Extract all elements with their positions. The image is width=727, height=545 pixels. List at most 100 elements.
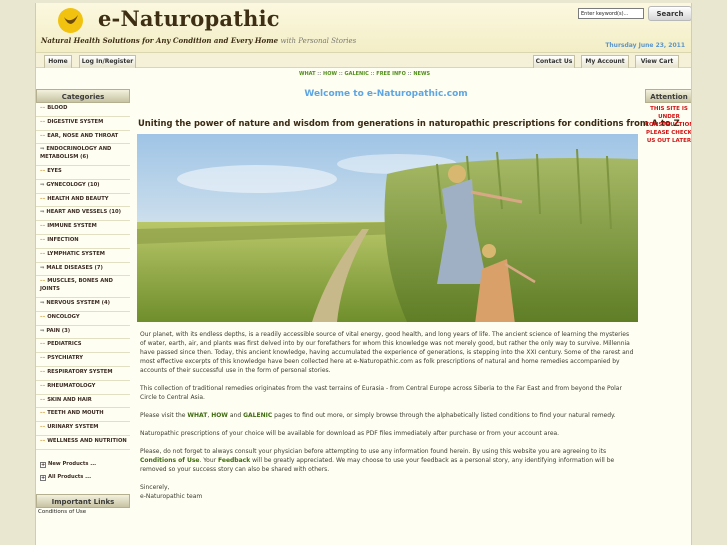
- hero-image: [137, 134, 638, 322]
- category-item[interactable]: ⇒ PAIN (3): [36, 326, 130, 340]
- dash-icon: ––: [40, 118, 46, 125]
- category-label: MALE DISEASES (7): [46, 264, 103, 271]
- category-item[interactable]: –– MUSCLES, BONES AND JOINTS: [36, 276, 130, 298]
- tagline-soft: with Personal Stories: [280, 37, 357, 45]
- conditions-of-use-link[interactable]: Conditions of Use: [36, 508, 130, 516]
- search-input[interactable]: [578, 8, 644, 19]
- new-products-link[interactable]: + New Products ...: [36, 458, 130, 471]
- conditions-link[interactable]: Conditions of Use: [140, 457, 199, 464]
- nav-home-tab[interactable]: Home: [44, 55, 72, 68]
- category-item[interactable]: –– BLOOD: [36, 103, 130, 117]
- category-item[interactable]: –– LYMPHATIC SYSTEM: [36, 249, 130, 263]
- nav-login-tab[interactable]: Log In/Register: [79, 55, 136, 68]
- category-label: URINARY SYSTEM: [47, 424, 99, 431]
- top-nav: Home Log In/Register Contact Us My Accou…: [36, 52, 691, 68]
- site-header: e-Naturopathic Natural Health Solutions …: [36, 3, 691, 52]
- category-label: HEALTH AND BEAUTY: [47, 195, 109, 202]
- current-date: Thursday June 23, 2011: [605, 42, 685, 49]
- logo-icon[interactable]: [58, 8, 83, 33]
- category-label: ONCOLOGY: [47, 313, 80, 320]
- dash-icon: ––: [40, 223, 46, 230]
- category-item[interactable]: –– EAR, NOSE AND THROAT: [36, 131, 130, 145]
- visit-text-b: pages to find out more, or simply browse…: [274, 412, 616, 419]
- category-item[interactable]: –– WELLNESS AND NUTRITION: [36, 436, 130, 450]
- dash-icon: ––: [40, 368, 46, 375]
- new-products-label: New Products ...: [48, 460, 97, 467]
- category-item[interactable]: –– ONCOLOGY: [36, 312, 130, 326]
- category-item[interactable]: –– SKIN AND HAIR: [36, 395, 130, 409]
- left-sidebar: Categories –– BLOOD –– DIGESTIVE SYSTEM –– EA…: [36, 89, 130, 516]
- category-item[interactable]: –– IMMUNE SYSTEM: [36, 221, 130, 235]
- category-item[interactable]: –– RHEUMATOLOGY: [36, 381, 130, 395]
- sub-nav: WHAT :: HOW :: GALENIC :: FREE INFO :: N…: [36, 69, 691, 80]
- visit-and: and: [229, 412, 242, 419]
- dash-icon: ––: [40, 167, 46, 174]
- page-frame: e-Naturopathic Natural Health Solutions …: [35, 3, 692, 545]
- what-link[interactable]: WHAT: [187, 412, 207, 419]
- category-item[interactable]: –– INFECTION: [36, 235, 130, 249]
- category-item[interactable]: –– TEETH AND MOUTH: [36, 408, 130, 423]
- all-products-link[interactable]: + All Products ...: [36, 471, 130, 484]
- category-item[interactable]: ⇒ ENDOCRINOLOGY AND METABOLISM (6): [36, 144, 130, 166]
- nav-contact-tab[interactable]: Contact Us: [533, 55, 575, 68]
- all-products-label: All Products ...: [48, 473, 92, 480]
- category-item[interactable]: –– RESPIRATORY SYSTEM: [36, 367, 130, 381]
- category-item[interactable]: –– PSYCHIATRY: [36, 353, 130, 367]
- how-link[interactable]: HOW: [211, 412, 228, 419]
- subnav-separator: ::: [338, 71, 343, 77]
- subnav-separator: ::: [317, 71, 322, 77]
- category-label: EYES: [47, 167, 62, 174]
- site-tagline: Natural Health Solutions for Any Conditi…: [41, 36, 356, 45]
- galenic-link[interactable]: GALENIC: [243, 412, 272, 419]
- arrow-right-icon: ⇒: [40, 299, 45, 306]
- category-label: PSYCHIATRY: [47, 355, 83, 362]
- category-label: EAR, NOSE AND THROAT: [47, 132, 119, 139]
- signature: Sincerely, e-Naturopathic team: [140, 483, 634, 501]
- category-label: DIGESTIVE SYSTEM: [47, 118, 104, 125]
- category-item[interactable]: –– DIGESTIVE SYSTEM: [36, 117, 130, 131]
- subnav-galenic[interactable]: GALENIC: [344, 71, 368, 77]
- category-item[interactable]: ⇒ NERVOUS SYSTEM (4): [36, 298, 130, 312]
- nav-account-tab[interactable]: My Account: [581, 55, 629, 68]
- attention-header: Attention: [645, 89, 691, 103]
- attention-message: THIS SITE IS UNDER CONSTRUCTION PLEASE C…: [645, 106, 692, 144]
- dash-icon: ––: [40, 105, 46, 111]
- dash-icon: ––: [40, 236, 46, 243]
- category-item[interactable]: ⇒ HEART AND VESSELS (10): [36, 207, 130, 222]
- logo-text[interactable]: e-Naturopathic: [98, 6, 280, 31]
- category-item[interactable]: ⇒ MALE DISEASES (7): [36, 263, 130, 277]
- category-item[interactable]: ⇒ GYNECOLOGY (10): [36, 180, 130, 194]
- visit-comma: ,: [207, 412, 210, 419]
- right-sidebar: Attention THIS SITE IS UNDER CONSTRUCTIO…: [645, 89, 692, 145]
- subnav-how[interactable]: HOW: [323, 71, 337, 77]
- visit-text-a: Please visit the: [140, 412, 186, 419]
- feedback-link[interactable]: Feedback: [218, 457, 250, 464]
- subnav-free-info[interactable]: FREE INFO: [376, 71, 406, 77]
- arrow-right-icon: ⇒: [40, 264, 45, 271]
- subnav-separator: ::: [407, 71, 412, 77]
- signature-line-1: Sincerely,: [140, 484, 170, 491]
- category-label: BLOOD: [47, 105, 68, 111]
- category-label: IMMUNE SYSTEM: [47, 223, 97, 230]
- intro-paragraph: Our planet, with its endless depths, is …: [140, 331, 634, 374]
- dash-icon: ––: [40, 437, 46, 444]
- subnav-what[interactable]: WHAT: [299, 71, 316, 77]
- category-label: TEETH AND MOUTH: [47, 410, 104, 417]
- dash-icon: ––: [40, 313, 46, 320]
- category-item[interactable]: –– PEDIATRICS: [36, 339, 130, 354]
- dash-icon: ––: [40, 410, 46, 417]
- search-button[interactable]: Search: [648, 6, 691, 21]
- category-label: LYMPHATIC SYSTEM: [47, 250, 105, 257]
- nav-cart-tab[interactable]: View Cart: [635, 55, 679, 68]
- category-label: HEART AND VESSELS (10): [46, 209, 121, 216]
- signature-line-2: e-Naturopathic team: [140, 493, 203, 500]
- category-item[interactable]: –– HEALTH AND BEAUTY: [36, 194, 130, 208]
- download-paragraph: Naturopathic prescriptions of your choic…: [140, 430, 560, 437]
- dash-icon: ––: [40, 195, 46, 202]
- category-item[interactable]: –– URINARY SYSTEM: [36, 422, 130, 436]
- category-item[interactable]: –– EYES: [36, 166, 130, 180]
- dash-icon: ––: [40, 424, 46, 431]
- subnav-news[interactable]: NEWS: [413, 71, 430, 77]
- disclaimer-text-b: . Your: [199, 457, 217, 464]
- category-label: MUSCLES, BONES AND JOINTS: [40, 278, 113, 293]
